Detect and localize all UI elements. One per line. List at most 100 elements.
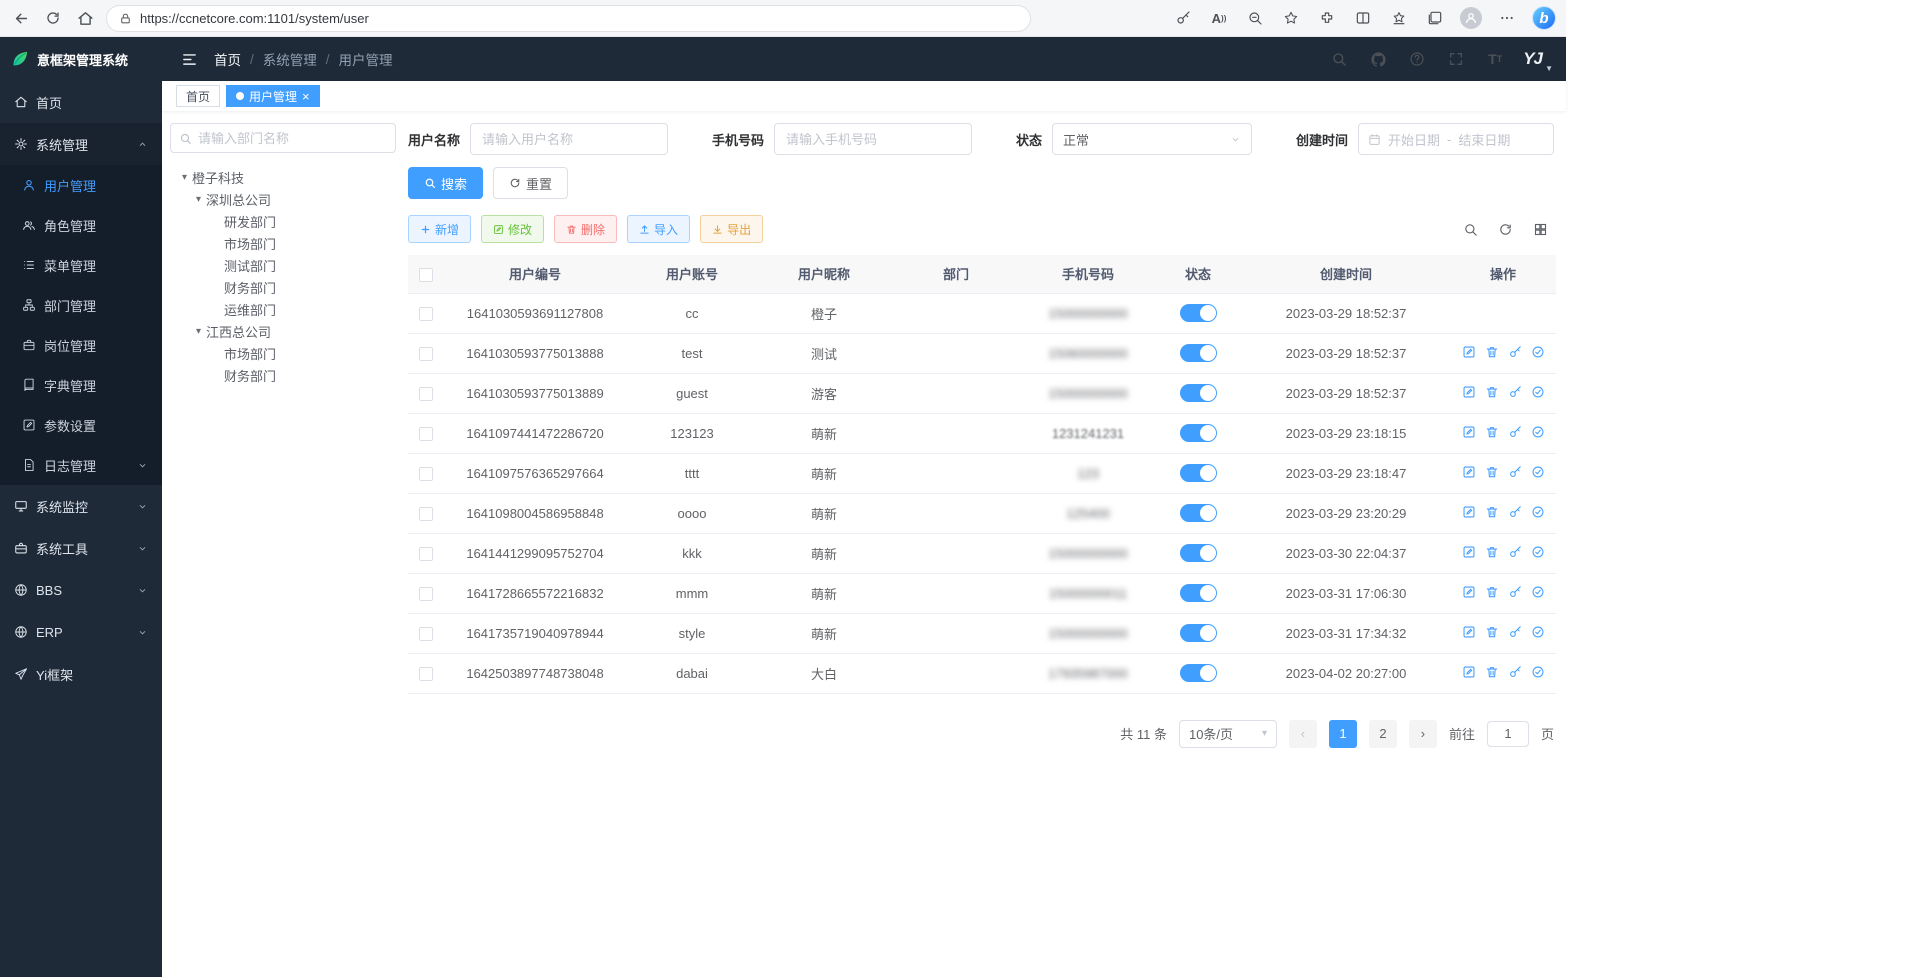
tag-home[interactable]: 首页 <box>176 85 220 107</box>
status-toggle[interactable] <box>1180 464 1217 482</box>
sidebar-item-system-mgmt[interactable]: 系统管理 <box>0 123 162 165</box>
page-size-select[interactable]: 10条/页 ▾ <box>1179 720 1277 748</box>
row-edit-icon[interactable] <box>1462 425 1476 439</box>
row-edit-icon[interactable] <box>1462 585 1476 599</box>
row-checkbox[interactable] <box>419 307 433 321</box>
status-toggle[interactable] <box>1180 304 1217 322</box>
zoom-out-icon[interactable] <box>1244 7 1266 29</box>
collections-icon[interactable] <box>1424 7 1446 29</box>
modify-button[interactable]: 修改 <box>481 215 544 243</box>
tree-node[interactable]: ▾ 橙子科技 <box>170 166 396 188</box>
row-assign-role-icon[interactable] <box>1531 385 1545 399</box>
profile-avatar[interactable] <box>1460 7 1482 29</box>
row-reset-password-icon[interactable] <box>1508 425 1522 439</box>
tag-user-mgmt[interactable]: 用户管理× <box>226 85 320 107</box>
extensions-icon[interactable] <box>1316 7 1338 29</box>
date-range-picker[interactable]: 开始日期 - 结束日期 <box>1358 123 1554 155</box>
row-checkbox[interactable] <box>419 467 433 481</box>
row-reset-password-icon[interactable] <box>1508 385 1522 399</box>
page-button-1[interactable]: 1 <box>1329 720 1357 748</box>
table-search-toggle-icon[interactable] <box>1463 222 1478 237</box>
sidebar-item-erp[interactable]: ERP <box>0 611 162 653</box>
username-input[interactable] <box>470 123 668 155</box>
font-size-icon[interactable]: TT <box>1484 48 1506 70</box>
tree-caret-icon[interactable]: ▾ <box>196 326 201 337</box>
import-button[interactable]: 导入 <box>627 215 690 243</box>
sidebar-item-dept-mgmt[interactable]: 部门管理 <box>0 285 162 325</box>
row-assign-role-icon[interactable] <box>1531 425 1545 439</box>
page-button-2[interactable]: 2 <box>1369 720 1397 748</box>
row-reset-password-icon[interactable] <box>1508 585 1522 599</box>
phone-input[interactable] <box>774 123 972 155</box>
browser-home-icon[interactable] <box>74 7 96 29</box>
tree-node[interactable]: 市场部门 <box>170 342 396 364</box>
row-checkbox[interactable] <box>419 507 433 521</box>
row-checkbox[interactable] <box>419 587 433 601</box>
row-delete-icon[interactable] <box>1485 385 1499 399</box>
search-icon[interactable] <box>1328 48 1350 70</box>
status-toggle[interactable] <box>1180 544 1217 562</box>
tree-node[interactable]: ▾ 江西总公司 <box>170 320 396 342</box>
row-reset-password-icon[interactable] <box>1508 465 1522 479</box>
tree-node[interactable]: 财务部门 <box>170 364 396 386</box>
row-checkbox[interactable] <box>419 547 433 561</box>
tree-node[interactable]: ▾ 深圳总公司 <box>170 188 396 210</box>
sidebar-item-system-monitor[interactable]: 系统监控 <box>0 485 162 527</box>
back-icon[interactable] <box>10 7 32 29</box>
row-delete-icon[interactable] <box>1485 545 1499 559</box>
favorites-icon[interactable] <box>1388 7 1410 29</box>
refresh-icon[interactable] <box>42 7 64 29</box>
fullscreen-icon[interactable] <box>1445 48 1467 70</box>
status-toggle[interactable] <box>1180 504 1217 522</box>
row-delete-icon[interactable] <box>1485 345 1499 359</box>
row-delete-icon[interactable] <box>1485 585 1499 599</box>
row-delete-icon[interactable] <box>1485 665 1499 679</box>
row-checkbox[interactable] <box>419 387 433 401</box>
goto-page-input[interactable] <box>1487 721 1529 747</box>
github-icon[interactable] <box>1367 48 1389 70</box>
row-delete-icon[interactable] <box>1485 425 1499 439</box>
row-delete-icon[interactable] <box>1485 465 1499 479</box>
copilot-bing-icon[interactable]: b <box>1532 6 1556 30</box>
row-edit-icon[interactable] <box>1462 545 1476 559</box>
sidebar-item-post-mgmt[interactable]: 岗位管理 <box>0 325 162 365</box>
split-screen-icon[interactable] <box>1352 7 1374 29</box>
status-select[interactable]: 正常 <box>1052 123 1252 155</box>
row-reset-password-icon[interactable] <box>1508 545 1522 559</box>
sidebar-item-home[interactable]: 首页 <box>0 81 162 123</box>
help-icon[interactable] <box>1406 48 1428 70</box>
sidebar-item-menu-mgmt[interactable]: 菜单管理 <box>0 245 162 285</box>
dept-search-input[interactable] <box>198 131 387 146</box>
breadcrumb-system[interactable]: 系统管理 <box>263 49 317 69</box>
row-assign-role-icon[interactable] <box>1531 545 1545 559</box>
row-reset-password-icon[interactable] <box>1508 345 1522 359</box>
sidebar-item-role-mgmt[interactable]: 角色管理 <box>0 205 162 245</box>
export-button[interactable]: 导出 <box>700 215 763 243</box>
status-toggle[interactable] <box>1180 664 1217 682</box>
row-assign-role-icon[interactable] <box>1531 625 1545 639</box>
row-edit-icon[interactable] <box>1462 665 1476 679</box>
column-settings-icon[interactable] <box>1533 222 1548 237</box>
status-toggle[interactable] <box>1180 424 1217 442</box>
status-toggle[interactable] <box>1180 624 1217 642</box>
row-reset-password-icon[interactable] <box>1508 665 1522 679</box>
row-delete-icon[interactable] <box>1485 625 1499 639</box>
read-aloud-icon[interactable]: A)) <box>1208 7 1230 29</box>
next-page-button[interactable]: › <box>1409 720 1437 748</box>
tree-node[interactable]: 研发部门 <box>170 210 396 232</box>
row-reset-password-icon[interactable] <box>1508 505 1522 519</box>
row-assign-role-icon[interactable] <box>1531 465 1545 479</box>
sidebar-item-log-mgmt[interactable]: 日志管理 <box>0 445 162 485</box>
row-reset-password-icon[interactable] <box>1508 625 1522 639</box>
tree-node[interactable]: 财务部门 <box>170 276 396 298</box>
row-assign-role-icon[interactable] <box>1531 665 1545 679</box>
sidebar-item-user-mgmt[interactable]: 用户管理 <box>0 165 162 205</box>
row-checkbox[interactable] <box>419 427 433 441</box>
prev-page-button[interactable]: ‹ <box>1289 720 1317 748</box>
status-toggle[interactable] <box>1180 344 1217 362</box>
row-edit-icon[interactable] <box>1462 385 1476 399</box>
search-button[interactable]: 搜索 <box>408 167 483 199</box>
add-button[interactable]: 新增 <box>408 215 471 243</box>
sidebar-item-yi-framework[interactable]: Yi框架 <box>0 653 162 695</box>
user-avatar[interactable]: YJ▼ <box>1523 49 1550 69</box>
